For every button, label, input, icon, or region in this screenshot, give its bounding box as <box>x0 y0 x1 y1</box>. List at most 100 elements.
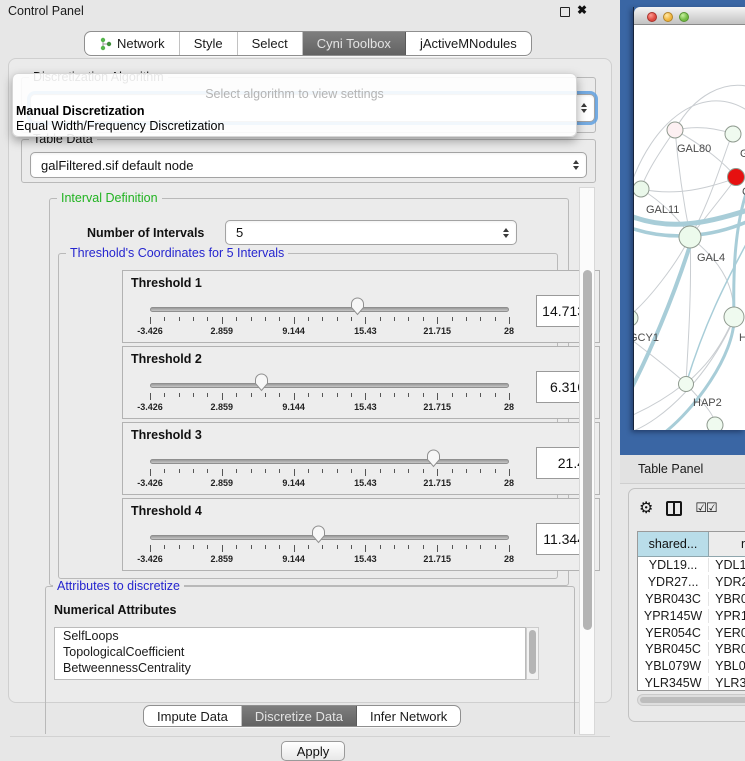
node-gal4[interactable] <box>679 226 701 248</box>
attribute-item[interactable]: SelfLoops <box>55 628 525 644</box>
node-hap2[interactable] <box>679 377 694 392</box>
slider-tick <box>380 469 381 473</box>
table-data-combobox[interactable]: galFiltered.sif default node <box>30 152 587 178</box>
slider-thumb[interactable] <box>311 525 326 547</box>
slider-tick <box>423 393 424 397</box>
attributes-scrollbar-thumb[interactable] <box>529 630 536 674</box>
slider-tick-label: 2.859 <box>211 554 234 564</box>
slider-tick <box>480 545 481 549</box>
float-window-icon[interactable] <box>560 7 570 17</box>
slider-tick <box>308 317 309 321</box>
slider-tick <box>466 317 467 321</box>
table-header-row: shared...n <box>638 532 745 557</box>
close-traffic-light-icon[interactable] <box>647 12 657 22</box>
slider-tick <box>322 469 323 473</box>
tab-jactivemnodules[interactable]: jActiveMNodules <box>406 32 531 55</box>
number-of-intervals-combobox[interactable]: 5 <box>225 220 517 245</box>
slider-tick-label: 2.859 <box>211 326 234 336</box>
slider-track[interactable] <box>150 535 509 540</box>
attribute-item[interactable]: TopologicalCoefficient <box>55 644 525 660</box>
content-scrollbar-thumb[interactable] <box>583 270 592 630</box>
tab-cyni-toolbox[interactable]: Cyni Toolbox <box>303 32 406 55</box>
tab-style[interactable]: Style <box>180 32 238 55</box>
table-scrollbar-thumb[interactable] <box>640 697 745 703</box>
table-row[interactable]: YER054CYER0 <box>638 624 745 641</box>
network-edge <box>690 237 734 315</box>
slider-tick <box>466 469 467 473</box>
slider-tick <box>365 393 366 400</box>
slider-thumb[interactable] <box>350 297 365 319</box>
slider-tick <box>322 393 323 397</box>
attribute-item[interactable]: BetweennessCentrality <box>55 660 525 676</box>
table-row[interactable]: YBR045CYBR0 <box>638 641 745 658</box>
slider-tick <box>207 545 208 549</box>
column-header-1[interactable]: shared... <box>638 532 709 556</box>
node-right[interactable] <box>724 307 744 327</box>
slider-tick <box>495 393 496 397</box>
table-data-value: galFiltered.sif default node <box>41 158 193 173</box>
combo-stepper-icon <box>573 160 579 170</box>
minimize-traffic-light-icon[interactable] <box>663 12 673 22</box>
attributes-list-scrollbar[interactable] <box>526 627 539 680</box>
slider-tick-label: 15.43 <box>354 402 377 412</box>
slider-tick <box>394 545 395 549</box>
slider-thumb[interactable] <box>426 449 441 471</box>
node-red-selected[interactable] <box>728 169 745 186</box>
table-horizontal-scrollbar[interactable] <box>637 694 745 706</box>
checkbox-select-icons[interactable]: ☑☑ <box>695 500 716 516</box>
slider-tick <box>207 393 208 397</box>
table-row[interactable]: YBR043CYBR0 <box>638 591 745 608</box>
tab-infer-network[interactable]: Infer Network <box>357 706 460 726</box>
node-gcy1[interactable] <box>634 310 638 326</box>
table-panel-header: Table Panel <box>620 455 745 484</box>
node-bottom[interactable] <box>707 417 723 430</box>
slider-track[interactable] <box>150 307 509 312</box>
close-icon[interactable]: ✖ <box>577 3 587 17</box>
dropdown-item-2[interactable]: Equal Width/Frequency Discretization <box>16 119 224 133</box>
tab-network[interactable]: Network <box>85 32 180 55</box>
network-canvas[interactable]: GAL80GCGAL11GAL4GCY1HHAP2 <box>634 25 745 430</box>
slider-thumb[interactable] <box>254 373 269 395</box>
slider-tick-label: 2.859 <box>211 478 234 488</box>
table-cell: YPR1 <box>709 609 745 623</box>
threshold-label: Threshold 4 <box>131 504 202 518</box>
zoom-traffic-light-icon[interactable] <box>679 12 689 22</box>
slider-tick <box>380 317 381 321</box>
apply-button[interactable]: Apply <box>281 741 345 761</box>
node-gal11[interactable] <box>634 181 649 197</box>
slider-track[interactable] <box>150 383 509 388</box>
table-row[interactable]: YDR27...YDR2 <box>638 574 745 591</box>
tab-discretize-data[interactable]: Discretize Data <box>242 706 357 726</box>
split-columns-icon[interactable] <box>666 501 682 516</box>
table-row[interactable]: YPR145WYPR1 <box>638 607 745 624</box>
slider-tick <box>365 317 366 324</box>
table-cell: YDL19... <box>638 558 709 572</box>
table-row[interactable]: YDL19...YDL1 <box>638 557 745 574</box>
content-scrollbar[interactable] <box>579 187 595 735</box>
slider-tick-label: 28 <box>504 554 514 564</box>
table-data-group: Table Data galFiltered.sif default node <box>21 139 596 183</box>
slider-tick <box>394 469 395 473</box>
tab-select[interactable]: Select <box>238 32 303 55</box>
table-row[interactable]: YLR345WYLR3 <box>638 675 745 691</box>
slider-tick <box>337 393 338 397</box>
network-edge <box>641 179 734 192</box>
slider-tick <box>394 393 395 397</box>
numerical-attributes-list[interactable]: SelfLoopsTopologicalCoefficientBetweenne… <box>54 627 526 680</box>
gear-icon[interactable]: ⚙ <box>639 498 653 518</box>
threshold-label: Threshold 1 <box>131 276 202 290</box>
table-cell: YBR045C <box>638 642 709 656</box>
slider-tick <box>236 545 237 549</box>
table-row[interactable]: YBL079WYBL0 <box>638 658 745 675</box>
column-header-2[interactable]: n <box>709 532 745 556</box>
node-table[interactable]: shared...n YDL19...YDL1YDR27...YDR2YBR04… <box>637 531 745 691</box>
slider-tick-label: 2.859 <box>211 402 234 412</box>
dropdown-item-1[interactable]: Manual Discretization <box>16 104 145 118</box>
slider-tick-label: 21.715 <box>423 554 451 564</box>
network-window-titlebar[interactable] <box>634 7 745 25</box>
slider-tick <box>164 469 165 473</box>
tab-impute-data[interactable]: Impute Data <box>144 706 242 726</box>
slider-track[interactable] <box>150 459 509 464</box>
node-top-right[interactable] <box>725 126 741 142</box>
node-gal80[interactable] <box>667 122 683 138</box>
